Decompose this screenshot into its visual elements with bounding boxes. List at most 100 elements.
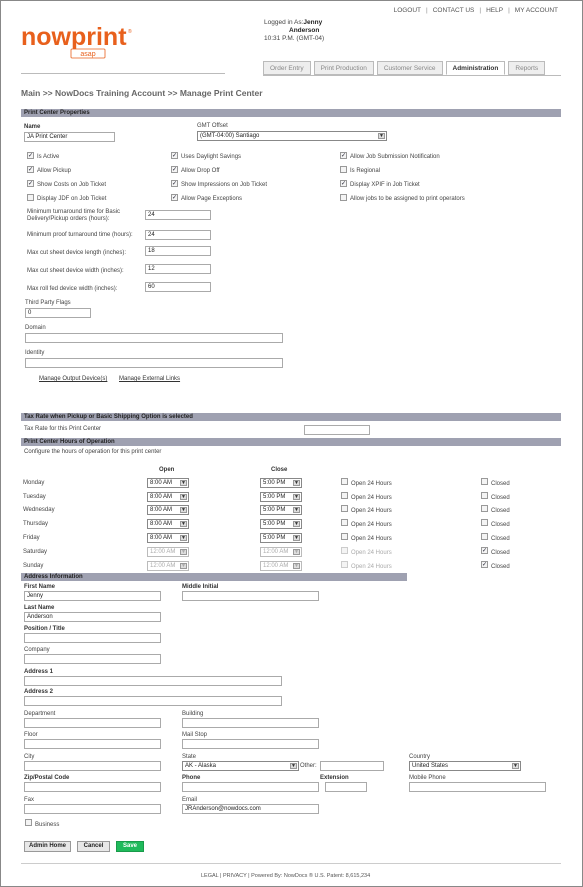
city-input[interactable] (24, 761, 161, 771)
middle-initial-label: Middle Initial (182, 584, 219, 590)
daylight-savings-checkbox[interactable]: ✓ (171, 152, 178, 159)
last-name-input[interactable]: Anderson (24, 612, 161, 622)
allow-pickup-checkbox[interactable]: ✓ (27, 166, 34, 173)
open-24-hours-checkbox[interactable] (341, 519, 348, 526)
closed-label: Closed (491, 536, 510, 542)
email-input[interactable]: JRAnderson@nowdocs.com (182, 804, 319, 814)
open-24-hours-checkbox[interactable] (341, 561, 348, 568)
close-time-select[interactable]: 5:00 PM ▼ (260, 478, 302, 488)
position-label: Position / Title (24, 626, 65, 632)
email-label: Email (182, 797, 198, 803)
position-input[interactable] (24, 633, 161, 643)
open-24-hours-checkbox[interactable] (341, 505, 348, 512)
company-label: Company (24, 647, 50, 653)
is-active-checkbox[interactable]: ✓ (27, 152, 34, 159)
fax-input[interactable] (24, 804, 161, 814)
closed-checkbox[interactable]: ✓ (481, 561, 488, 568)
close-time-select[interactable]: 12:00 AM ▼ (260, 561, 302, 571)
display-jdf-checkbox[interactable] (27, 194, 34, 201)
open-time-value: 8:00 AM (150, 521, 173, 527)
close-time-select[interactable]: 5:00 PM ▼ (260, 492, 302, 502)
zip-input[interactable] (24, 782, 161, 792)
is-regional-checkbox[interactable] (340, 166, 347, 173)
logo-brand: nowprint (21, 23, 127, 51)
max-cut-width-input[interactable]: 12 (145, 264, 211, 274)
min-proof-turnaround-input[interactable]: 24 (145, 230, 211, 240)
closed-checkbox[interactable] (481, 478, 488, 485)
extension-input[interactable] (325, 782, 367, 792)
manage-output-devices-link[interactable]: Manage Output Device(s) (39, 376, 107, 382)
max-cut-width-label: Max cut sheet device width (inches): (27, 268, 124, 274)
closed-checkbox[interactable] (481, 533, 488, 540)
show-impressions-checkbox[interactable]: ✓ (171, 180, 178, 187)
close-time-select[interactable]: 5:00 PM ▼ (260, 519, 302, 529)
min-turnaround-input[interactable]: 24 (145, 210, 211, 220)
open-time-select[interactable]: 12:00 AM ▼ (147, 547, 189, 557)
company-input[interactable] (24, 654, 161, 664)
open-time-select[interactable]: 8:00 AM ▼ (147, 492, 189, 502)
closed-checkbox[interactable] (481, 505, 488, 512)
gmt-offset-select[interactable]: (GMT-04:00) Santiago ▼ (197, 131, 387, 141)
business-checkbox[interactable] (25, 819, 32, 826)
mail-stop-input[interactable] (182, 739, 319, 749)
closed-checkbox[interactable] (481, 492, 488, 499)
department-input[interactable] (24, 718, 161, 728)
close-time-select[interactable]: 5:00 PM ▼ (260, 505, 302, 515)
assign-print-operators-checkbox[interactable] (340, 194, 347, 201)
open-24-hours-checkbox[interactable] (341, 492, 348, 499)
first-name-input[interactable]: Jenny (24, 591, 161, 601)
logout-link[interactable]: LOGOUT (394, 7, 421, 14)
max-cut-length-input[interactable]: 18 (145, 246, 211, 256)
allow-drop-off-checkbox[interactable]: ✓ (171, 166, 178, 173)
help-link[interactable]: HELP (486, 7, 503, 14)
open-24-hours-checkbox[interactable] (341, 547, 348, 554)
fax-label: Fax (24, 797, 35, 803)
open-time-select[interactable]: 12:00 AM ▼ (147, 561, 189, 571)
closed-checkbox[interactable]: ✓ (481, 547, 488, 554)
open-24-hours-checkbox[interactable] (341, 533, 348, 540)
admin-home-button[interactable]: Admin Home (24, 841, 71, 852)
address1-input[interactable] (24, 676, 282, 686)
address2-input[interactable] (24, 696, 282, 706)
other-state-input[interactable] (320, 761, 384, 771)
tab-order-entry[interactable]: Order Entry (263, 61, 311, 75)
tax-rate-input[interactable] (304, 425, 370, 435)
my-account-link[interactable]: MY ACCOUNT (515, 7, 558, 14)
open-time-select[interactable]: 8:00 AM ▼ (147, 478, 189, 488)
max-roll-width-input[interactable]: 60 (145, 282, 211, 292)
domain-input[interactable] (25, 333, 283, 343)
allow-pickup-label: Allow Pickup (37, 168, 72, 174)
chevron-down-icon: ▼ (180, 521, 187, 527)
third-party-flags-input[interactable]: 0 (25, 308, 91, 318)
save-button[interactable]: Save (116, 841, 144, 852)
mobile-phone-input[interactable] (409, 782, 546, 792)
closed-checkbox[interactable] (481, 519, 488, 526)
job-submission-notification-checkbox[interactable]: ✓ (340, 152, 347, 159)
country-label: Country (409, 754, 431, 760)
open-time-select[interactable]: 8:00 AM ▼ (147, 519, 189, 529)
building-input[interactable] (182, 718, 319, 728)
open-24-hours-checkbox[interactable] (341, 478, 348, 485)
manage-external-links-link[interactable]: Manage External Links (119, 376, 180, 382)
tab-reports[interactable]: Reports (508, 61, 546, 75)
show-costs-checkbox[interactable]: ✓ (27, 180, 34, 187)
open-time-select[interactable]: 8:00 AM ▼ (147, 533, 189, 543)
tab-print-production[interactable]: Print Production (313, 61, 374, 75)
close-time-select[interactable]: 5:00 PM ▼ (260, 533, 302, 543)
display-xpif-checkbox[interactable]: ✓ (340, 180, 347, 187)
country-select[interactable]: United States ▼ (409, 761, 521, 771)
identity-input[interactable] (25, 358, 283, 368)
phone-input[interactable] (182, 782, 319, 792)
state-select[interactable]: AK - Alaska ▼ (182, 761, 299, 771)
close-time-select[interactable]: 12:00 AM ▼ (260, 547, 302, 557)
chevron-down-icon: ▼ (180, 535, 187, 541)
allow-page-exceptions-checkbox[interactable]: ✓ (171, 194, 178, 201)
tab-customer-service[interactable]: Customer Service (376, 61, 443, 75)
open-time-select[interactable]: 8:00 AM ▼ (147, 505, 189, 515)
middle-initial-input[interactable] (182, 591, 319, 601)
name-input[interactable]: JA Print Center (24, 132, 115, 142)
contact-us-link[interactable]: CONTACT US (433, 7, 475, 14)
floor-input[interactable] (24, 739, 161, 749)
tab-administration[interactable]: Administration (445, 61, 506, 75)
cancel-button[interactable]: Cancel (77, 841, 110, 852)
